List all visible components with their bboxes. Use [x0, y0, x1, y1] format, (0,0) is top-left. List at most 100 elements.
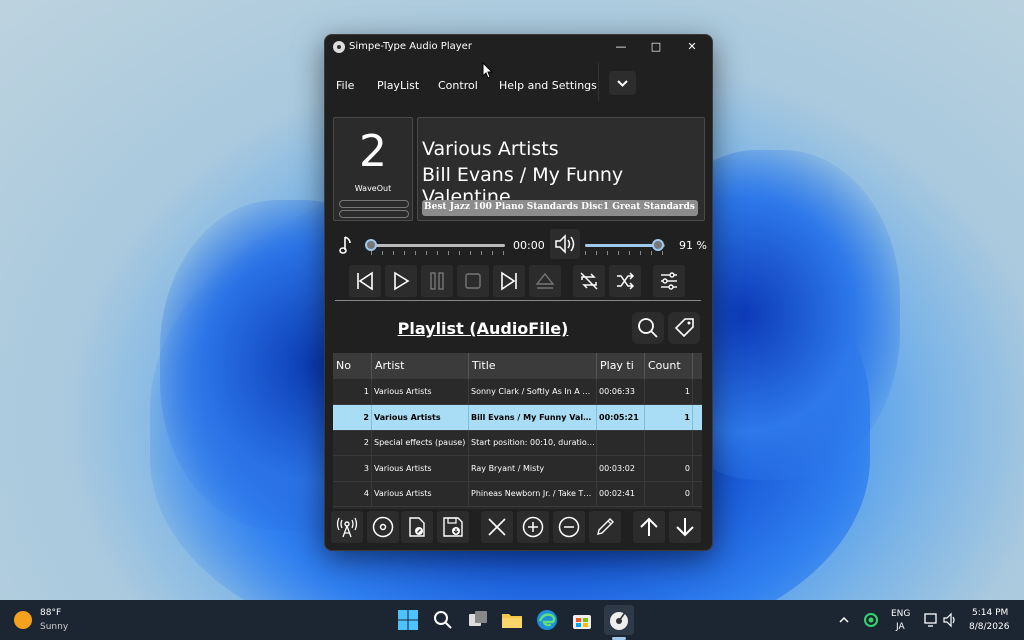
- column-header-artist[interactable]: Artist: [372, 353, 469, 379]
- chevron-up-icon[interactable]: [838, 614, 850, 626]
- cell-artist: Various Artists: [372, 379, 469, 404]
- table-row[interactable]: 1 Various Artists Sonny Clark / Softly As …: [333, 379, 702, 405]
- clock-time[interactable]: 5:14 PM: [972, 608, 1008, 618]
- add-item-button[interactable]: [517, 511, 549, 543]
- file-explorer-icon[interactable]: [500, 608, 524, 632]
- audio-player-taskbar-button[interactable]: [604, 605, 634, 635]
- menu-file[interactable]: File: [336, 79, 354, 92]
- column-header-title[interactable]: Title: [469, 353, 597, 379]
- pause-button[interactable]: [421, 265, 453, 297]
- volume-tray-icon[interactable]: [942, 612, 958, 628]
- equalizer-settings-button[interactable]: [653, 265, 685, 297]
- album-bar: Best Jazz 100 Piano Standards Disc1 Grea…: [422, 200, 698, 216]
- eject-button[interactable]: [529, 265, 561, 297]
- play-button[interactable]: [385, 265, 417, 297]
- open-file-button[interactable]: [401, 511, 433, 543]
- cell-time: [597, 430, 645, 456]
- seek-slider[interactable]: [371, 244, 505, 247]
- playlist-table[interactable]: No Artist Title Play ti Count 1 Various A…: [333, 353, 702, 509]
- store-icon[interactable]: [570, 608, 594, 632]
- cell-title: Start position: 00:10, duration:...: [469, 430, 597, 456]
- taskbar: 88°F Sunny ENG JA 5:14 PM 8/8/2026: [0, 600, 1024, 640]
- add-cd-button[interactable]: [367, 511, 399, 543]
- skip-next-icon: [501, 271, 517, 291]
- move-down-button[interactable]: [669, 511, 701, 543]
- cell-count: [645, 430, 693, 456]
- play-icon: [394, 271, 410, 291]
- level-meter-left: [339, 200, 409, 208]
- repeat-off-button[interactable]: [573, 265, 605, 297]
- cell-no: 4: [333, 481, 372, 507]
- edit-item-button[interactable]: [589, 511, 621, 543]
- menu-control[interactable]: Control: [438, 79, 478, 92]
- table-row[interactable]: 2 Special effects (pause) Start position: …: [333, 430, 702, 457]
- eject-icon: [535, 272, 555, 289]
- menu-playlist[interactable]: PlayList: [377, 79, 419, 92]
- cell-no: 3: [333, 455, 372, 481]
- cell-count: 0: [645, 455, 693, 481]
- save-playlist-button[interactable]: [437, 511, 469, 543]
- search-button[interactable]: [632, 312, 664, 344]
- menu-expand-button[interactable]: [609, 71, 636, 95]
- input-language-ime[interactable]: JA: [896, 622, 905, 632]
- weather-sun-icon[interactable]: [14, 611, 32, 629]
- shuffle-button[interactable]: [609, 265, 641, 297]
- cell-time: 00:06:33: [597, 379, 645, 404]
- status-ring-icon[interactable]: [862, 611, 880, 629]
- sliders-icon: [661, 272, 677, 290]
- tag-button[interactable]: [668, 312, 700, 344]
- volume-button[interactable]: [550, 229, 580, 259]
- column-header-no[interactable]: No: [333, 353, 372, 379]
- cell-artist: Various Artists: [372, 455, 469, 481]
- next-button[interactable]: [493, 265, 525, 297]
- volume-fill: [585, 244, 658, 247]
- cell-no: 2: [333, 430, 372, 456]
- maximize-button[interactable]: □: [643, 38, 669, 56]
- pause-icon: [430, 272, 444, 290]
- table-row[interactable]: 2 Various Artists Bill Evans / My Funny Va…: [333, 404, 702, 431]
- menu-separator: [598, 63, 599, 101]
- arrow-up-icon: [640, 517, 658, 536]
- search-icon[interactable]: [431, 608, 455, 632]
- cell-time: 00:05:21: [597, 404, 645, 430]
- stream-button[interactable]: [331, 511, 363, 543]
- skip-previous-icon: [357, 271, 373, 291]
- mouse-cursor-icon: [482, 62, 494, 79]
- delete-item-button[interactable]: [553, 511, 585, 543]
- network-icon[interactable]: [924, 612, 940, 628]
- stop-button[interactable]: [457, 265, 489, 297]
- seek-thumb[interactable]: [365, 239, 377, 251]
- cell-artist: Special effects (pause): [372, 430, 469, 456]
- weather-temperature: 88°F: [40, 608, 62, 618]
- track-number-panel: 2 WaveOut: [333, 117, 413, 221]
- column-header-play-time[interactable]: Play ti: [597, 353, 645, 379]
- table-header: No Artist Title Play ti Count: [333, 353, 702, 379]
- now-playing-artist: Various Artists: [422, 138, 559, 160]
- column-header-count[interactable]: Count: [645, 353, 693, 379]
- title-bar[interactable]: Simpe-Type Audio Player — □ ✕: [325, 35, 712, 59]
- table-row[interactable]: 4 Various Artists Phineas Newborn Jr. / Ta…: [333, 481, 702, 508]
- app-disc-icon: [333, 41, 345, 53]
- cell-title: Phineas Newborn Jr. / Take The...: [469, 481, 597, 507]
- table-row[interactable]: 3 Various Artists Ray Bryant / Misty 00:03:…: [333, 455, 702, 482]
- move-up-button[interactable]: [633, 511, 665, 543]
- volume-thumb[interactable]: [651, 239, 664, 251]
- input-language[interactable]: ENG: [891, 609, 910, 619]
- cell-artist: Various Artists: [372, 481, 469, 507]
- volume-ticks: [585, 251, 665, 255]
- start-windows-icon[interactable]: [396, 608, 420, 632]
- chevron-down-icon: [617, 80, 628, 87]
- menu-help-settings[interactable]: Help and Settings: [499, 79, 597, 92]
- cell-no: 2: [333, 404, 372, 430]
- controls-divider: [335, 300, 701, 301]
- volume-percent: 91 %: [679, 239, 707, 252]
- clock-date[interactable]: 8/8/2026: [969, 622, 1009, 632]
- edge-browser-icon[interactable]: [535, 608, 559, 632]
- task-view-icon[interactable]: [466, 608, 490, 632]
- close-button[interactable]: ✕: [679, 38, 705, 56]
- remove-item-button[interactable]: [481, 511, 513, 543]
- previous-button[interactable]: [349, 265, 381, 297]
- minimize-button[interactable]: —: [608, 38, 634, 56]
- pencil-icon: [597, 518, 614, 535]
- seek-ticks: [371, 251, 505, 255]
